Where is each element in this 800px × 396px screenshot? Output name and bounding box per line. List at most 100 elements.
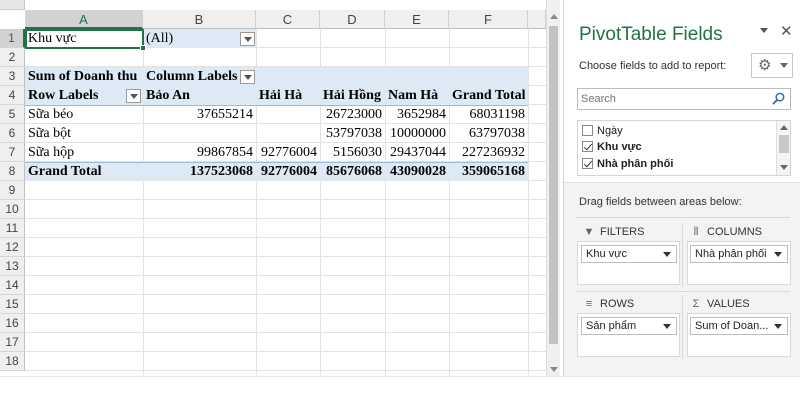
filters-field-pill[interactable]: Khu vực xyxy=(581,245,677,263)
worksheet-grid[interactable]: A B C D E F 1 2 3 4 5 6 7 8 9 10 11 12 13 14 15 16 17 18 … xyxy=(0,0,546,376)
chevron-down-icon[interactable] xyxy=(774,252,782,257)
value-cell[interactable] xyxy=(256,124,320,143)
tools-button[interactable]: ⚙ xyxy=(751,53,793,78)
column-header-b[interactable]: B xyxy=(143,10,256,29)
value-cell[interactable]: 92776004 xyxy=(256,143,320,162)
row-header-2[interactable]: 2 xyxy=(0,48,25,67)
row-label-cell[interactable]: Sữa hộp xyxy=(25,143,77,162)
row-header-7[interactable]: 7 xyxy=(0,143,25,162)
values-field-pill[interactable]: Sum of Doan... xyxy=(690,317,788,335)
column-header-cell[interactable]: Nam Hà xyxy=(385,86,441,105)
grand-total-label-cell[interactable]: Grand Total xyxy=(25,162,105,181)
row-header-15[interactable]: 15 xyxy=(0,295,25,314)
scroll-up-icon[interactable] xyxy=(550,14,558,19)
value-cell[interactable]: 26723000 xyxy=(320,105,385,124)
select-all-corner[interactable] xyxy=(0,0,25,10)
value-cell[interactable] xyxy=(143,124,256,143)
field-checkbox[interactable] xyxy=(582,158,593,169)
field-search-box[interactable] xyxy=(577,88,791,110)
grand-total-cell[interactable]: 359065168 xyxy=(449,162,528,181)
row-header-5[interactable]: 5 xyxy=(0,105,25,124)
row-header-12[interactable]: 12 xyxy=(0,238,25,257)
chevron-down-icon[interactable] xyxy=(663,324,671,329)
pill-label: Sum of Doan... xyxy=(695,320,769,332)
row-header-9[interactable]: 9 xyxy=(0,181,25,200)
row-label-cell[interactable]: Sữa bột xyxy=(25,124,74,143)
value-cell[interactable]: 3652984 xyxy=(385,105,449,124)
scroll-down-icon[interactable] xyxy=(780,165,788,170)
row-header-3[interactable]: 3 xyxy=(0,67,25,86)
value-cell[interactable]: 29437044 xyxy=(385,143,449,162)
row-header-13[interactable]: 13 xyxy=(0,257,25,276)
rows-field-pill[interactable]: Sản phẩm xyxy=(581,317,677,335)
row-header-4[interactable]: 4 xyxy=(0,86,25,105)
row-labels-dropdown-button[interactable] xyxy=(126,89,141,103)
value-cell[interactable]: 68031198 xyxy=(449,105,528,124)
filter-dropdown-button[interactable] xyxy=(240,32,255,46)
pill-label: Khu vực xyxy=(586,248,627,260)
field-search-input[interactable] xyxy=(581,91,761,107)
value-cell[interactable]: 99867854 xyxy=(143,143,256,162)
scroll-up-icon[interactable] xyxy=(780,125,788,130)
pill-label: Sản phẩm xyxy=(586,320,637,332)
column-header-a[interactable]: A xyxy=(25,10,143,29)
field-checkbox[interactable] xyxy=(582,141,593,152)
row-header-1[interactable]: 1 xyxy=(0,29,25,48)
field-label: Khu vực xyxy=(597,141,642,153)
pane-options-chevron-icon[interactable] xyxy=(760,28,768,33)
pill-label: Nhà phân phối xyxy=(695,248,767,260)
grand-total-cell[interactable]: 43090028 xyxy=(385,162,449,181)
chevron-down-icon xyxy=(780,63,788,68)
column-header-g[interactable] xyxy=(528,10,546,29)
column-header-cell[interactable]: Hải Hồng xyxy=(320,86,384,105)
row-label-cell[interactable]: Sữa béo xyxy=(25,105,76,124)
value-cell[interactable]: 10000000 xyxy=(385,124,449,143)
value-cell[interactable]: 53797038 xyxy=(320,124,385,143)
row-header-10[interactable]: 10 xyxy=(0,200,25,219)
close-icon[interactable]: ✕ xyxy=(780,22,793,40)
row-header-16[interactable]: 16 xyxy=(0,314,25,333)
value-cell[interactable]: 37655214 xyxy=(143,105,256,124)
column-header-d[interactable]: D xyxy=(320,10,385,29)
row-header-17[interactable]: 17 xyxy=(0,333,25,352)
values-label-cell[interactable]: Sum of Doanh thu xyxy=(25,67,140,86)
column-header-f[interactable]: F xyxy=(449,10,528,29)
field-list: Ngày Khu vực Nhà phân phối xyxy=(577,120,791,176)
chevron-down-icon[interactable] xyxy=(774,324,782,329)
column-header-cell[interactable]: Hải Hà xyxy=(256,86,305,105)
search-icon[interactable] xyxy=(771,91,786,106)
column-header-cell[interactable]: Bảo An xyxy=(143,86,193,105)
row-labels-cell[interactable]: Row Labels xyxy=(25,86,101,105)
rows-area-header: ≡ ROWS xyxy=(583,298,634,310)
field-list-scrollbar[interactable] xyxy=(776,121,790,175)
row-header-11[interactable]: 11 xyxy=(0,219,25,238)
row-header-6[interactable]: 6 xyxy=(0,124,25,143)
columns-field-pill[interactable]: Nhà phân phối xyxy=(690,245,788,263)
value-cell[interactable] xyxy=(256,105,320,124)
scroll-thumb[interactable] xyxy=(779,135,789,153)
sheet-vertical-scrollbar[interactable] xyxy=(546,0,560,376)
grand-total-cell[interactable]: 85676068 xyxy=(320,162,385,181)
pane-subtitle: Choose fields to add to report: xyxy=(579,60,727,72)
grand-total-cell[interactable]: 137523068 xyxy=(143,162,256,181)
scroll-down-icon[interactable] xyxy=(550,367,558,372)
grand-total-cell[interactable]: 92776004 xyxy=(256,162,320,181)
area-title: ROWS xyxy=(600,298,635,310)
value-cell[interactable]: 5156030 xyxy=(320,143,385,162)
column-header-cell[interactable]: Grand Total xyxy=(449,86,529,105)
area-title: VALUES xyxy=(707,298,750,310)
row-header-18[interactable]: 18 xyxy=(0,352,25,371)
value-cell[interactable]: 227236932 xyxy=(449,143,528,162)
fill-handle[interactable] xyxy=(140,45,146,51)
column-labels-cell[interactable]: Column Labels xyxy=(143,67,240,86)
column-header-c[interactable]: C xyxy=(256,10,320,29)
column-header-e[interactable]: E xyxy=(385,10,449,29)
row-header-14[interactable]: 14 xyxy=(0,276,25,295)
column-labels-dropdown-button[interactable] xyxy=(240,70,255,84)
scroll-thumb[interactable] xyxy=(549,26,558,344)
chevron-down-icon[interactable] xyxy=(663,252,671,257)
sigma-icon: Σ xyxy=(692,298,700,310)
row-header-8[interactable]: 8 xyxy=(0,162,25,181)
field-checkbox[interactable] xyxy=(582,125,593,136)
value-cell[interactable]: 63797038 xyxy=(449,124,528,143)
